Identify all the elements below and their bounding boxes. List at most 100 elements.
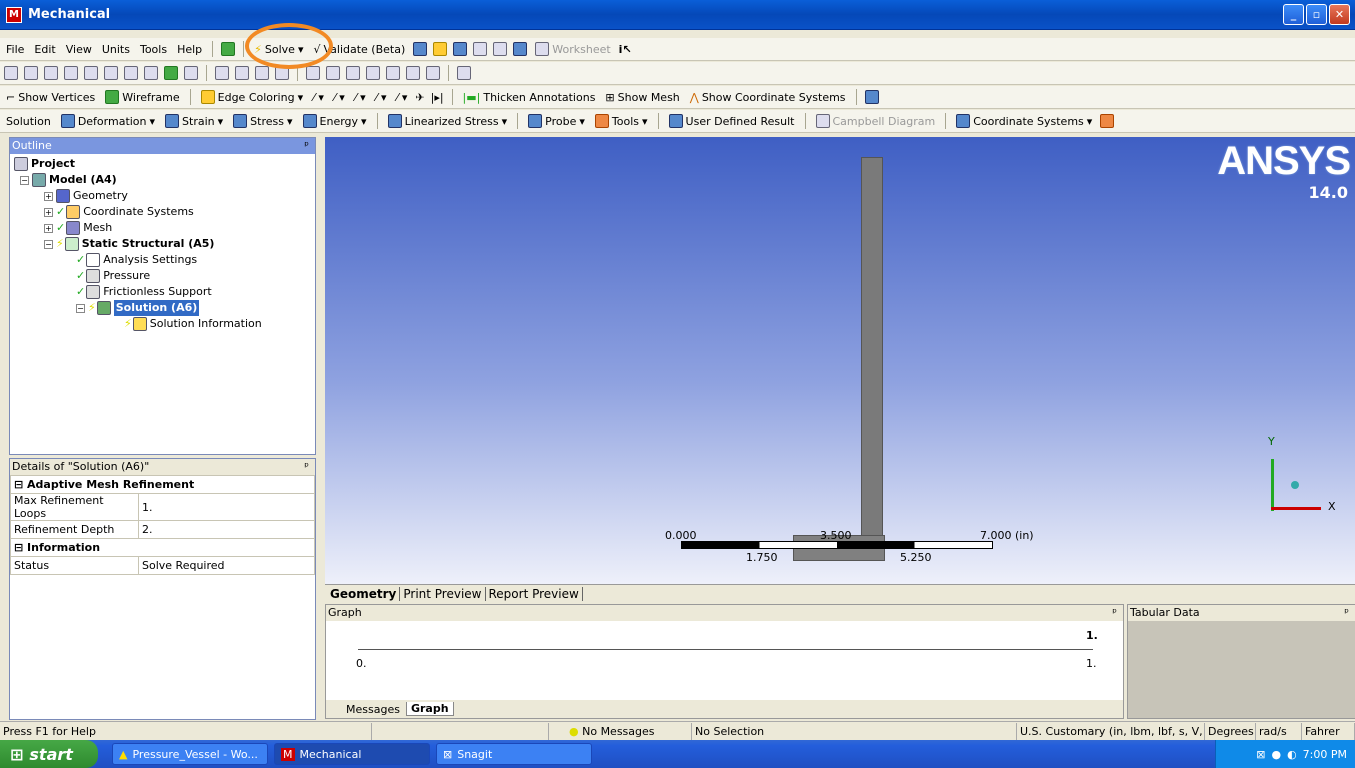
- tab-messages[interactable]: Messages: [346, 703, 400, 716]
- edge-style-4[interactable]: ⁄ ▾: [374, 91, 389, 104]
- expand-icon[interactable]: +: [44, 207, 53, 217]
- edge-icon[interactable]: [124, 66, 138, 80]
- expand-icon[interactable]: +: [44, 223, 53, 233]
- group-adaptive-mesh[interactable]: ⊟ Adaptive Mesh Refinement: [10, 475, 315, 494]
- tree-analysis-settings[interactable]: ✓ Analysis Settings: [14, 252, 315, 268]
- maximize-button[interactable]: ▫: [1306, 4, 1327, 25]
- task-pressure-vessel[interactable]: ▲ Pressure_Vessel - Wo...: [112, 743, 268, 765]
- campbell-diagram-button[interactable]: Campbell Diagram: [814, 114, 938, 128]
- body-icon[interactable]: [164, 66, 178, 80]
- status-units[interactable]: U.S. Customary (in, lbm, lbf, s, V, A): [1017, 722, 1205, 740]
- tree-coordinate-systems[interactable]: + ✓ Coordinate Systems: [14, 204, 315, 220]
- chart-icon[interactable]: [453, 42, 468, 56]
- geometry-beam[interactable]: [861, 157, 883, 549]
- pin-icon[interactable]: ᵖ: [1344, 605, 1349, 621]
- menu-edit[interactable]: Edit: [32, 43, 57, 56]
- tree-frictionless-support[interactable]: ✓ Frictionless Support: [14, 284, 315, 300]
- deformation-menu[interactable]: Deformation ▾: [59, 114, 157, 128]
- group-information[interactable]: ⊟ Information: [10, 538, 315, 557]
- previous-view-icon[interactable]: [346, 66, 360, 80]
- table-icon[interactable]: [413, 42, 428, 56]
- task-mechanical[interactable]: M Mechanical: [274, 743, 430, 765]
- cursor-icon[interactable]: [84, 66, 98, 80]
- magnifier-icon[interactable]: [326, 66, 340, 80]
- status-rads[interactable]: rad/s: [1256, 722, 1302, 740]
- collapse-icon[interactable]: −: [44, 239, 53, 249]
- select-icon[interactable]: [4, 66, 18, 80]
- pin-icon[interactable]: ᵖ: [304, 459, 309, 475]
- check-icon[interactable]: [221, 42, 236, 56]
- tray-icon-1[interactable]: ⊠: [1256, 748, 1265, 761]
- wireframe-button[interactable]: Wireframe: [103, 90, 181, 104]
- energy-menu[interactable]: Energy ▾: [301, 114, 369, 128]
- edge-style-5[interactable]: ⁄ ▾: [395, 91, 410, 104]
- menu-view[interactable]: View: [64, 43, 94, 56]
- tree-solution[interactable]: − ⚡ Solution (A6): [14, 300, 315, 316]
- worksheet-button[interactable]: Worksheet: [533, 42, 612, 56]
- task-snagit[interactable]: ⊠ Snagit: [436, 743, 592, 765]
- pan-icon[interactable]: [235, 66, 249, 80]
- face-icon[interactable]: [144, 66, 158, 80]
- stress-menu[interactable]: Stress ▾: [231, 114, 294, 128]
- show-vertices-button[interactable]: ⌐ Show Vertices: [4, 91, 97, 104]
- graphics-viewport[interactable]: ANSYS 14.0 0.000 1.750 3.500 5.250 7.000…: [325, 137, 1355, 584]
- coordinate-systems-menu[interactable]: Coordinate Systems ▾: [954, 114, 1094, 128]
- zoom-icon[interactable]: [255, 66, 269, 80]
- value-max-refinement-loops[interactable]: 1.: [138, 493, 315, 521]
- expand-icon[interactable]: +: [44, 191, 53, 201]
- tree-project[interactable]: Project: [14, 156, 315, 172]
- start-button[interactable]: ⊞ start: [0, 740, 98, 768]
- exit-icon[interactable]: [1100, 114, 1115, 128]
- collapse-icon[interactable]: −: [20, 175, 29, 185]
- tray-icon-3[interactable]: ◐: [1287, 748, 1297, 761]
- strain-menu[interactable]: Strain ▾: [163, 114, 225, 128]
- thumbtack-icon[interactable]: ✈: [415, 91, 424, 104]
- pin-icon[interactable]: ᵖ: [1112, 605, 1117, 621]
- tray-icon-2[interactable]: ●: [1271, 748, 1281, 761]
- tree-mesh[interactable]: + ✓ Mesh: [14, 220, 315, 236]
- set-view-icon[interactable]: [406, 66, 420, 80]
- menu-file[interactable]: File: [4, 43, 26, 56]
- help-3d-icon[interactable]: [864, 90, 879, 104]
- tab-print-preview[interactable]: Print Preview: [400, 586, 486, 601]
- vertex-icon[interactable]: [104, 66, 118, 80]
- tab-report-preview[interactable]: Report Preview: [486, 586, 583, 601]
- tab-graph[interactable]: Graph: [405, 702, 454, 716]
- label-icon[interactable]: [433, 42, 448, 56]
- thicken-annotations-button[interactable]: |▬| Thicken Annotations: [461, 91, 598, 104]
- probe-menu[interactable]: Probe ▾: [526, 114, 587, 128]
- tab-geometry[interactable]: Geometry: [327, 586, 401, 601]
- tree-model[interactable]: − Model (A4): [14, 172, 315, 188]
- tools-menu[interactable]: Tools ▾: [593, 114, 650, 128]
- value-refinement-depth[interactable]: 2.: [138, 520, 315, 539]
- tree-pressure[interactable]: ✓ Pressure: [14, 268, 315, 284]
- status-temp[interactable]: Fahrer: [1302, 722, 1355, 740]
- viewport-icon[interactable]: [457, 66, 471, 80]
- show-coordinate-systems-button[interactable]: ⋀ Show Coordinate Systems: [688, 91, 848, 104]
- collapse-icon[interactable]: −: [76, 303, 85, 313]
- rotate-icon[interactable]: [215, 66, 229, 80]
- edge-style-1[interactable]: ⁄ ▾: [311, 91, 326, 104]
- tree-solution-information[interactable]: ⚡ Solution Information: [14, 316, 315, 332]
- info-icon[interactable]: i↖: [619, 43, 632, 56]
- pick-icon[interactable]: [24, 66, 38, 80]
- edge-coloring-button[interactable]: Edge Coloring ▾: [199, 90, 305, 104]
- linearized-stress-menu[interactable]: Linearized Stress ▾: [386, 114, 510, 128]
- edge-style-3[interactable]: ⁄ ▾: [353, 91, 368, 104]
- menu-tools[interactable]: Tools: [138, 43, 169, 56]
- minimize-button[interactable]: _: [1283, 4, 1304, 25]
- extend-icon[interactable]: [184, 66, 198, 80]
- show-mesh-button[interactable]: ⊞ Show Mesh: [603, 91, 681, 104]
- tree-static-structural[interactable]: − ⚡ Static Structural (A5): [14, 236, 315, 252]
- image-icon[interactable]: [513, 42, 528, 56]
- next-view-icon[interactable]: [366, 66, 380, 80]
- face-select-icon[interactable]: [64, 66, 78, 80]
- bar-icon[interactable]: |▸|: [431, 91, 444, 104]
- menu-units[interactable]: Units: [100, 43, 132, 56]
- tree-geometry[interactable]: + Geometry: [14, 188, 315, 204]
- zoom-fit-icon[interactable]: [306, 66, 320, 80]
- pin-icon[interactable]: ᵖ: [304, 138, 309, 154]
- status-degrees[interactable]: Degrees: [1205, 722, 1256, 740]
- pin-icon[interactable]: [473, 42, 488, 56]
- edge-style-2[interactable]: ⁄ ▾: [332, 91, 347, 104]
